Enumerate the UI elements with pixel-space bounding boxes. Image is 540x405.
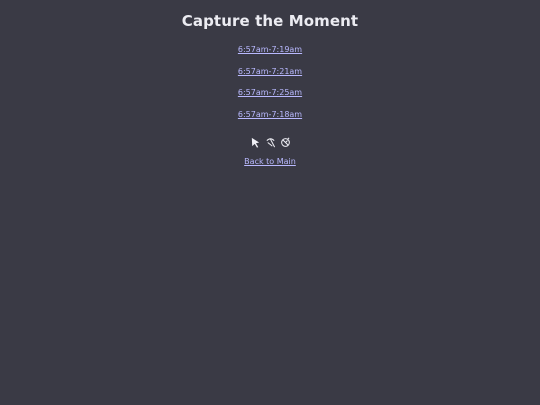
- back-to-main-link[interactable]: Back to Main: [244, 156, 296, 167]
- page: Capture the Moment 6:57am-7:19am 6:57am-…: [0, 0, 540, 405]
- icon-row: [0, 135, 540, 149]
- time-links: 6:57am-7:19am 6:57am-7:21am 6:57am-7:25a…: [0, 44, 540, 130]
- time-link-1[interactable]: 6:57am-7:19am: [238, 44, 302, 55]
- time-link-4[interactable]: 6:57am-7:18am: [238, 109, 302, 120]
- arrow-cursor-icon: [250, 137, 261, 148]
- compass-icon: [280, 136, 291, 148]
- time-link-3[interactable]: 6:57am-7:25am: [238, 87, 302, 98]
- pickaxe-icon: [265, 137, 276, 148]
- time-link-2[interactable]: 6:57am-7:21am: [238, 66, 302, 77]
- page-title: Capture the Moment: [181, 12, 359, 30]
